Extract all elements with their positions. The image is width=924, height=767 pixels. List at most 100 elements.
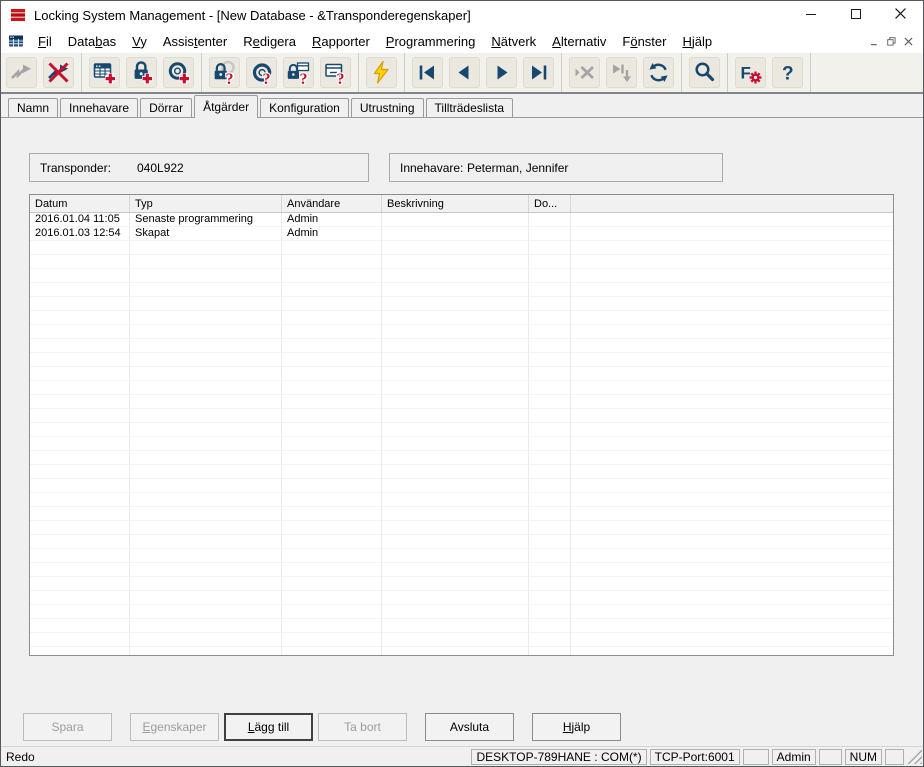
menu-programmering[interactable]: Programmering — [378, 32, 484, 51]
save-button[interactable]: Spara — [23, 713, 112, 741]
cell-beskrivning — [382, 647, 529, 656]
maximize-button[interactable] — [833, 1, 878, 29]
column-header-typ[interactable]: Typ — [130, 195, 282, 212]
table-row[interactable]: 2016.01.03 12:54SkapatAdmin — [30, 227, 893, 241]
column-header-datum[interactable]: Datum — [30, 195, 130, 212]
cell-datum — [30, 549, 130, 563]
next-record-button[interactable] — [486, 57, 517, 88]
cell-filler — [571, 479, 893, 493]
cell-beskrivning — [382, 241, 529, 255]
menu-assistenter[interactable]: Assistenter — [155, 32, 235, 51]
cell-filler — [571, 507, 893, 521]
read-window-button[interactable]: ? — [320, 57, 351, 88]
cell-datum: 2016.01.03 12:54 — [30, 227, 130, 241]
resize-grip[interactable] — [907, 749, 922, 764]
read-lock-button[interactable]: ? — [209, 57, 240, 88]
column-header-anvandare[interactable]: Användare — [282, 195, 382, 212]
cell-filler — [571, 297, 893, 311]
cell-datum — [30, 325, 130, 339]
cell-anvandare — [282, 493, 382, 507]
status-message: Redo — [6, 750, 35, 764]
menu-redigera[interactable]: Redigera — [235, 32, 304, 51]
table-empty-row — [30, 619, 893, 633]
cell-do — [529, 353, 571, 367]
table-empty-row — [30, 563, 893, 577]
cell-filler — [571, 619, 893, 633]
cell-datum — [30, 283, 130, 297]
cell-anvandare — [282, 395, 382, 409]
cell-anvandare: Admin — [282, 227, 382, 241]
search-button[interactable] — [689, 57, 720, 88]
title-bar: Locking System Management - [New Databas… — [1, 1, 923, 29]
menu-fil[interactable]: Fil — [30, 32, 60, 51]
table-row[interactable]: 2016.01.04 11:05Senaste programmeringAdm… — [30, 213, 893, 227]
table-empty-row — [30, 647, 893, 656]
cell-do — [529, 395, 571, 409]
exit-button[interactable]: Avsluta — [425, 713, 514, 741]
minimize-button[interactable] — [788, 1, 833, 29]
filter-settings-button[interactable]: F — [735, 57, 766, 88]
column-header-filler[interactable] — [571, 195, 893, 212]
remove-button[interactable]: Ta bort — [318, 713, 407, 741]
menu-fonster[interactable]: Fönster — [614, 32, 674, 51]
mnemonic-underline: b — [95, 34, 102, 49]
refresh-button[interactable] — [643, 57, 674, 88]
mdi-window-controls — [866, 33, 917, 49]
new-transponder-button[interactable] — [163, 57, 194, 88]
cancel-search-button[interactable] — [569, 57, 600, 88]
help-footer-button[interactable]: Hjälp — [532, 713, 621, 741]
new-lock-button[interactable] — [126, 57, 157, 88]
table-empty-row — [30, 465, 893, 479]
cell-datum — [30, 353, 130, 367]
minimize-icon — [806, 6, 816, 24]
tab-tilltradeslista[interactable]: Tillträdeslista — [426, 98, 514, 117]
first-record-button[interactable] — [412, 57, 443, 88]
mdi-minimize-button[interactable] — [866, 33, 883, 49]
undo-step-button[interactable] — [6, 57, 37, 88]
cell-typ — [130, 339, 282, 353]
goto-result-button[interactable] — [606, 57, 637, 88]
properties-button[interactable]: Egenskaper — [130, 713, 219, 741]
mdi-close-button[interactable] — [900, 33, 917, 49]
mnemonic-underline: L — [248, 720, 255, 734]
cell-beskrivning — [382, 409, 529, 423]
cell-typ — [130, 465, 282, 479]
tab-namn[interactable]: Namn — [8, 98, 58, 117]
column-header-beskrivning[interactable]: Beskrivning — [382, 195, 529, 212]
cell-typ — [130, 241, 282, 255]
cell-filler — [571, 521, 893, 535]
program-button[interactable] — [366, 57, 397, 88]
cell-do — [529, 269, 571, 283]
cell-anvandare — [282, 577, 382, 591]
last-record-button[interactable] — [523, 57, 554, 88]
add-button[interactable]: Lägg till — [224, 713, 313, 741]
tab-utrustning[interactable]: Utrustning — [351, 98, 424, 117]
lock-card-question-icon: ? — [286, 60, 311, 85]
toolbar-help-button[interactable]: ? — [772, 57, 803, 88]
cell-anvandare — [282, 409, 382, 423]
cell-do — [529, 521, 571, 535]
column-header-do[interactable]: Do... — [529, 195, 571, 212]
menu-natverk[interactable]: Nätverk — [483, 32, 544, 51]
menu-vy[interactable]: Vy — [124, 32, 155, 51]
close-button[interactable] — [878, 1, 923, 29]
mdi-restore-button[interactable] — [883, 33, 900, 49]
menu-alternativ[interactable]: Alternativ — [544, 32, 614, 51]
reset-step-button[interactable] — [43, 57, 74, 88]
table-empty-row — [30, 605, 893, 619]
app-window: Locking System Management - [New Databas… — [0, 0, 924, 767]
cell-anvandare — [282, 437, 382, 451]
new-locking-system-button[interactable] — [89, 57, 120, 88]
read-transponder-button[interactable]: ? — [246, 57, 277, 88]
menu-hjalp[interactable]: Hjälp — [674, 32, 720, 51]
tab-innehavare[interactable]: Innehavare — [60, 98, 138, 117]
tab-dorrar[interactable]: Dörrar — [140, 98, 192, 117]
read-lock-state-button[interactable]: ? — [283, 57, 314, 88]
tab-atgarder[interactable]: Åtgärder — [194, 95, 258, 118]
tab-konfiguration[interactable]: Konfiguration — [260, 98, 349, 117]
previous-record-button[interactable] — [449, 57, 480, 88]
cell-beskrivning — [382, 521, 529, 535]
menu-rapporter[interactable]: Rapporter — [304, 32, 378, 51]
menu-databas[interactable]: Databas — [60, 32, 124, 51]
cell-filler — [571, 605, 893, 619]
